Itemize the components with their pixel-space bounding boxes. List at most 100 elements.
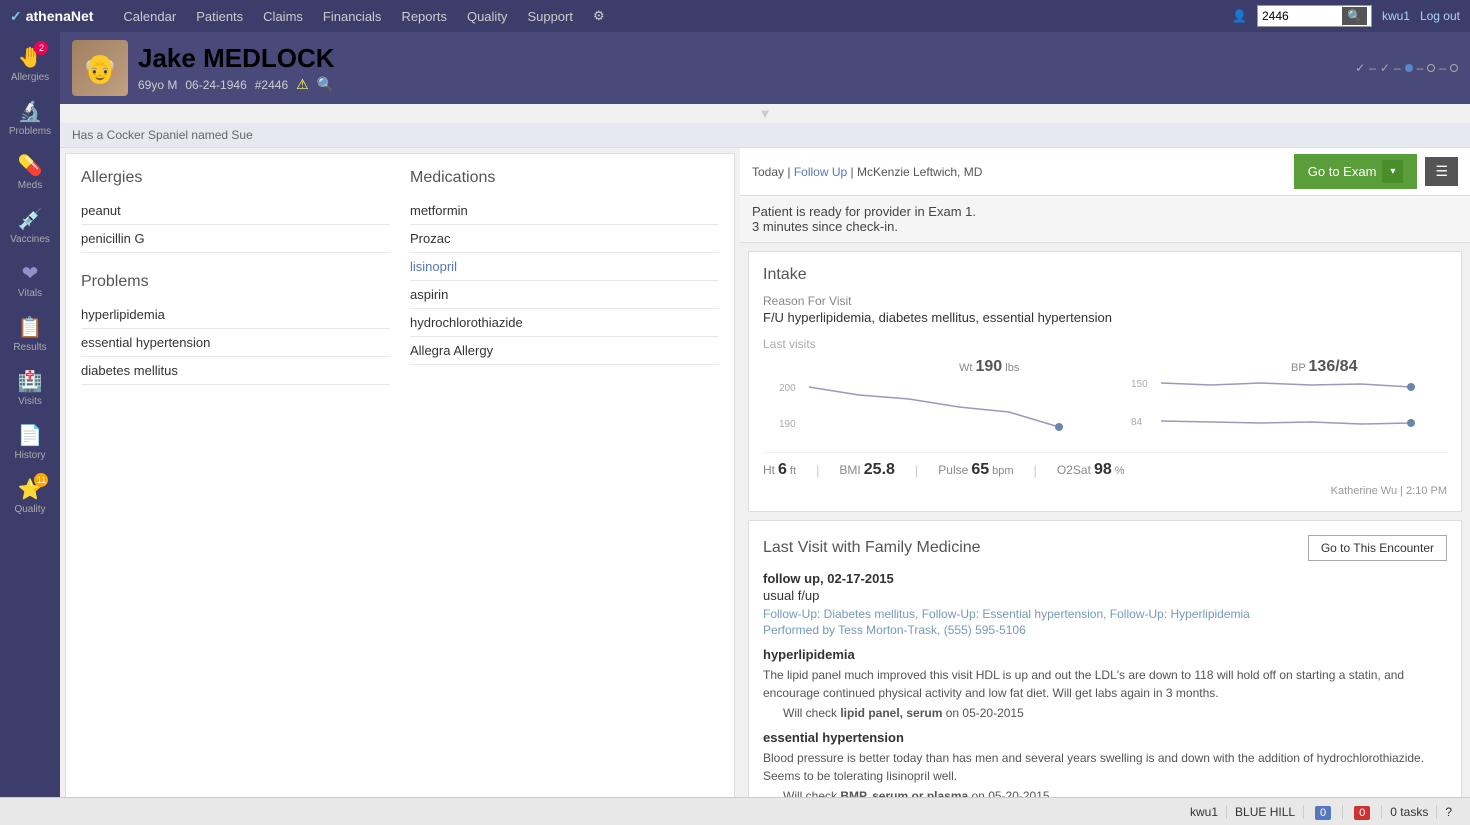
patient-age-gender: 69yo M xyxy=(138,78,177,92)
sidebar-item-vaccines-label: Vaccines xyxy=(10,234,50,245)
followup-link[interactable]: Follow Up xyxy=(794,165,847,179)
go-exam-button[interactable]: Go to Exam ▾ xyxy=(1294,154,1418,189)
main-content: Allergies peanut penicillin G Problems h… xyxy=(60,148,1470,825)
notice-text: Has a Cocker Spaniel named Sue xyxy=(72,128,253,142)
panel-columns: Allergies peanut penicillin G Problems h… xyxy=(81,169,719,385)
go-exam-dropdown-arrow[interactable]: ▾ xyxy=(1382,160,1403,183)
sidebar-item-history[interactable]: 📄 History xyxy=(0,415,60,469)
patient-search-icon[interactable]: 🔍 xyxy=(317,76,334,93)
sidebar-item-results-label: Results xyxy=(13,342,46,353)
bottom-help[interactable]: ? xyxy=(1437,805,1460,819)
svg-text:150: 150 xyxy=(1131,379,1148,390)
go-encounter-button[interactable]: Go to This Encounter xyxy=(1308,535,1447,561)
bottom-bar: kwu1 BLUE HILL 0 0 0 tasks ? xyxy=(0,797,1470,825)
o2-unit: % xyxy=(1115,465,1125,477)
sidebar-item-meds[interactable]: 💊 Meds xyxy=(0,145,60,199)
progress-steps: ✓ – ✓ – – – xyxy=(1355,61,1458,75)
status-message: Patient is ready for provider in Exam 1.… xyxy=(740,196,1470,243)
problem-item-diabetes: diabetes mellitus xyxy=(81,357,390,385)
results-icon: 📋 xyxy=(18,315,43,340)
count1-badge[interactable]: 0 xyxy=(1315,806,1331,820)
sidebar-item-quality[interactable]: ⭐ 11 Quality xyxy=(0,469,60,523)
sidebar-item-allergies[interactable]: 🤚 2 Allergies xyxy=(0,37,60,91)
nav-right: 👤 🔍 kwu1 Log out xyxy=(1232,5,1460,27)
bp-chart: BP 136/84 150 84 xyxy=(1115,357,1447,440)
hamburger-button[interactable]: ☰ xyxy=(1425,157,1458,186)
quality-badge: 11 xyxy=(34,473,48,487)
nav-reports[interactable]: Reports xyxy=(391,0,457,32)
o2-label: O2Sat xyxy=(1057,463,1091,477)
o2-value: 98 xyxy=(1094,461,1112,479)
problems-title: Problems xyxy=(81,273,390,291)
weight-chart: Wt 190 lbs 200 190 xyxy=(763,357,1095,440)
med-item-allegra: Allegra Allergy xyxy=(410,337,719,365)
alert-icon[interactable]: ⚠ xyxy=(296,76,309,93)
patient-search-input[interactable] xyxy=(1262,9,1342,23)
reason-value: F/U hyperlipidemia, diabetes mellitus, e… xyxy=(763,310,1447,325)
pulse-unit: bpm xyxy=(992,465,1013,477)
sidebar-item-vitals[interactable]: ❤ Vitals xyxy=(0,253,60,307)
ht-value: 6 xyxy=(778,461,787,479)
nav-settings[interactable]: ⚙ xyxy=(583,0,615,32)
count2-badge[interactable]: 0 xyxy=(1354,806,1370,820)
sidebar-item-visits[interactable]: 🏥 Visits xyxy=(0,361,60,415)
nav-patients[interactable]: Patients xyxy=(186,0,253,32)
vital-o2: O2Sat 98 % xyxy=(1057,461,1125,479)
vital-height: Ht 6 ft xyxy=(763,461,796,479)
patient-name: Jake MEDLOCK xyxy=(138,43,335,74)
sidebar-item-problems[interactable]: 🔬 Problems xyxy=(0,91,60,145)
svg-text:190: 190 xyxy=(779,419,796,430)
vitals-icon: ❤ xyxy=(22,261,39,286)
intake-footer: Katherine Wu | 2:10 PM xyxy=(763,485,1447,497)
nav-financials[interactable]: Financials xyxy=(313,0,392,32)
right-panel: Today | Follow Up | McKenzie Leftwich, M… xyxy=(740,148,1470,825)
svg-text:Wt 190 lbs: Wt 190 lbs xyxy=(959,358,1020,375)
sidebar-item-results[interactable]: 📋 Results xyxy=(0,307,60,361)
progress-dot-active xyxy=(1405,64,1413,72)
vitals-row: Ht 6 ft | BMI 25.8 | Pulse 65 xyxy=(763,452,1447,479)
nav-calendar[interactable]: Calendar xyxy=(113,0,186,32)
htn-text: Blood pressure is better today than has … xyxy=(763,749,1447,785)
patient-search-box[interactable]: 🔍 xyxy=(1257,5,1372,27)
nav-logout[interactable]: Log out xyxy=(1420,9,1460,23)
history-icon: 📄 xyxy=(18,423,43,448)
chevron-toggle[interactable]: ▼ xyxy=(60,104,1470,123)
top-navigation: ✓ athenaNet Calendar Patients Claims Fin… xyxy=(0,0,1470,32)
patient-search-button[interactable]: 🔍 xyxy=(1342,7,1367,25)
bmi-label: BMI xyxy=(839,463,860,477)
nav-username[interactable]: kwu1 xyxy=(1382,9,1410,23)
svg-text:BP 136/84: BP 136/84 xyxy=(1291,358,1358,375)
go-exam-label: Go to Exam xyxy=(1308,164,1377,179)
sidebar-item-vaccines[interactable]: 💉 Vaccines xyxy=(0,199,60,253)
pulse-value: 65 xyxy=(971,461,989,479)
sep1: | xyxy=(816,463,819,478)
med-item-lisinopril[interactable]: lisinopril xyxy=(410,253,719,281)
visit-provider: Performed by Tess Morton-Trask, (555) 59… xyxy=(763,623,1447,637)
nav-quality[interactable]: Quality xyxy=(457,0,517,32)
lipid-panel-bold: lipid panel, serum xyxy=(840,706,942,720)
visit-type: usual f/up xyxy=(763,588,1447,603)
problems-icon: 🔬 xyxy=(18,99,43,124)
nav-support[interactable]: Support xyxy=(517,0,583,32)
today-info: Today | Follow Up | McKenzie Leftwich, M… xyxy=(752,165,982,179)
meds-icon: 💊 xyxy=(18,153,43,178)
bottom-count1: 0 xyxy=(1304,805,1343,819)
visits-icon: 🏥 xyxy=(18,369,43,394)
logo[interactable]: ✓ athenaNet xyxy=(10,8,93,25)
bmi-value: 25.8 xyxy=(864,461,895,479)
status-line1: Patient is ready for provider in Exam 1. xyxy=(752,204,1458,219)
quality-badge-container: ⭐ 11 xyxy=(18,477,43,502)
reason-label: Reason For Visit xyxy=(763,294,1447,308)
sidebar-item-vitals-label: Vitals xyxy=(18,288,42,299)
progress-dot-empty2 xyxy=(1450,64,1458,72)
right-col: Medications metformin Prozac lisinopril … xyxy=(410,169,719,385)
allergy-item-peanut: peanut xyxy=(81,197,390,225)
pulse-label: Pulse xyxy=(938,463,968,477)
nav-claims[interactable]: Claims xyxy=(253,0,313,32)
weight-chart-svg: Wt 190 lbs 200 190 xyxy=(763,357,1095,437)
right-top-bar: Today | Follow Up | McKenzie Leftwich, M… xyxy=(740,148,1470,196)
vitals-chart: Wt 190 lbs 200 190 BP 136/84 150 xyxy=(763,357,1447,440)
provider-name: McKenzie Leftwich, MD xyxy=(857,165,982,179)
problem-item-hyperlipidemia: hyperlipidemia xyxy=(81,301,390,329)
med-item-prozac: Prozac xyxy=(410,225,719,253)
